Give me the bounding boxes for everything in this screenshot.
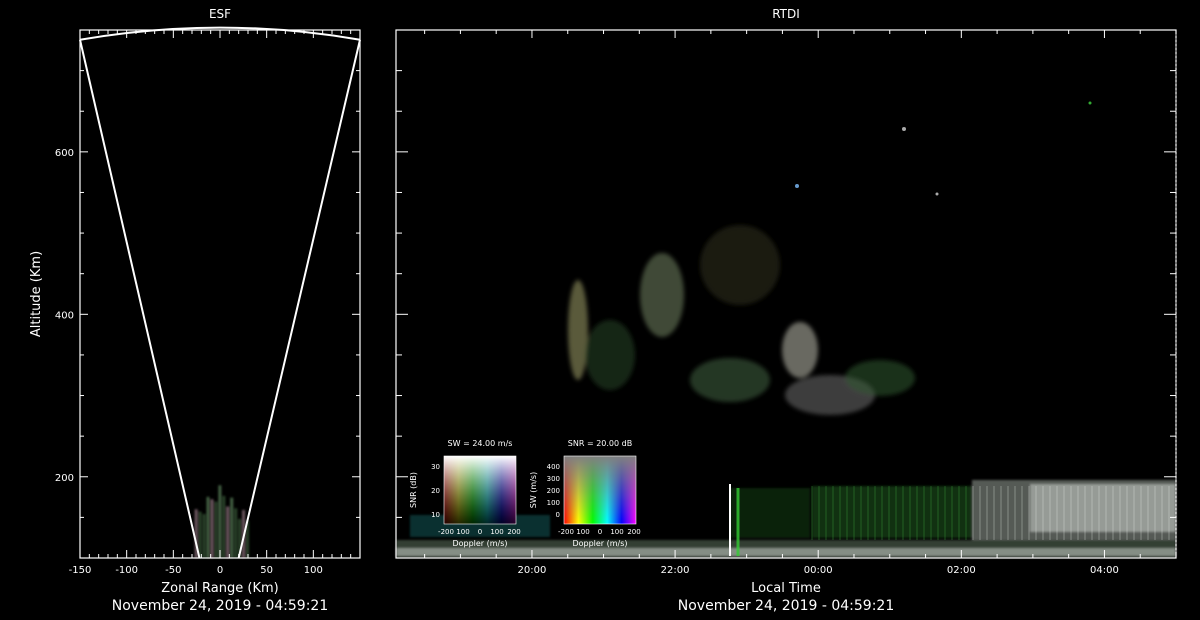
rtdi-night-band-white-2 (1030, 484, 1176, 532)
esf-xlabel: Zonal Range (Km) (161, 581, 278, 596)
rtdi-date-footer: November 24, 2019 - 04:59:21 (677, 598, 895, 614)
esf-echo-column (218, 485, 222, 558)
esf-y-axis: 200 400 600 (55, 29, 360, 559)
esf-beam-right-edge (237, 39, 361, 559)
legend-sw-x-tick-label: 0 (478, 528, 482, 536)
rtdi-speck (795, 184, 799, 188)
rtdi-x-tick-label: 04:00 (1090, 565, 1119, 576)
legend-sw-y-tick-label: 30 (431, 463, 440, 471)
esf-x-tick-label: 0 (217, 565, 223, 576)
legend-snr-x-tick-label: 100 (576, 528, 589, 536)
esf-y-tick-label: 600 (55, 148, 74, 159)
rtdi-x-tick-label: 00:00 (804, 565, 833, 576)
legend-snr-y-tick-label: 0 (556, 511, 560, 519)
esf-echo-column (198, 511, 202, 558)
figure: ESF Altitude (Km) Zonal Range (Km) -150-… (29, 7, 1177, 596)
legend-sw-ylabel: SNR (dB) (409, 472, 418, 508)
legend-snr-xlabel: Doppler (m/s) (572, 539, 627, 548)
legend-snr-y-tick-label: 400 (547, 463, 560, 471)
legend-sw-x-tick-label: 200 (507, 528, 520, 536)
rtdi-title: RTDI (772, 7, 800, 21)
esf-y-tick-label: 200 (55, 473, 74, 484)
rtdi-base-band-bright (396, 548, 1176, 556)
rtdi-x-tick-label: 20:00 (518, 565, 547, 576)
esf-beam-left-edge (79, 39, 201, 559)
esf-x-tick-label: -50 (165, 565, 181, 576)
esf-echo-column (214, 501, 218, 558)
legend-sw-x-tick-label: -200 (438, 528, 454, 536)
esf-x-axis: -150 -100 -50 0 50 100 (69, 30, 361, 576)
legend-snr-title: SNR = 20.00 dB (568, 439, 632, 448)
esf-title: ESF (209, 7, 231, 21)
legend-sw-xlabel: Doppler (m/s) (452, 539, 507, 548)
rtdi-night-band-green (812, 486, 972, 538)
legend-snr-x-tick-label: -200 (558, 528, 574, 536)
esf-echo-column (210, 499, 214, 558)
rtdi-x-tick-label: 02:00 (947, 565, 976, 576)
esf-echo-column (222, 495, 226, 558)
rtdi-plume-g (700, 225, 780, 305)
esf-beam-outline (79, 26, 361, 559)
esf-plot-frame (79, 29, 361, 559)
rtdi-plume-h (585, 320, 635, 390)
legend-snr-ylabel: SW (m/s) (529, 472, 538, 508)
esf-x-tick-label: -150 (69, 565, 92, 576)
esf-ylabel: Altitude (Km) (29, 251, 44, 337)
rtdi-plume-c (690, 358, 770, 402)
rtdi-speck (1088, 101, 1092, 105)
legend-sw-title: SW = 24.00 m/s (448, 439, 513, 448)
rtdi-plume-b (640, 253, 684, 337)
legend-snr-y-tick-label: 200 (547, 487, 560, 495)
esf-x-tick-label: 50 (260, 565, 273, 576)
rtdi-plume-echoes (568, 225, 915, 415)
rtdi-xlabel: Local Time (751, 581, 821, 596)
esf-panel: ESF Altitude (Km) Zonal Range (Km) -150-… (29, 7, 361, 596)
legend-snr-y-tick-label: 300 (547, 475, 560, 483)
rtdi-plume-d (782, 322, 818, 378)
legend-sw-y-tick-label: 10 (431, 511, 440, 519)
legend-sw-y-tick-label: 20 (431, 487, 440, 495)
legend-sw-x-axis: -200 100 0 100 200 (438, 528, 521, 536)
rtdi-panel: RTDI Local Time 20:00 22:00 00:00 02:00 … (395, 7, 1177, 596)
esf-y-tick-label: 400 (55, 310, 74, 321)
legend-sw-y-axis: 30 20 10 (431, 463, 440, 519)
legend-sw-x-tick-label: 100 (490, 528, 503, 536)
rtdi-plume-a (568, 280, 588, 380)
legend-snr-x-tick-label: 200 (627, 528, 640, 536)
legend-snr-x-axis: -200 100 0 100 200 (558, 528, 641, 536)
legend-snr-x-tick-label: 100 (610, 528, 623, 536)
esf-x-tick-label: 100 (304, 565, 323, 576)
esf-echo-column (230, 497, 234, 558)
esf-echo-column (234, 508, 238, 558)
esf-x-tick-label: -100 (115, 565, 138, 576)
esf-echo-column (202, 514, 206, 558)
rtdi-x-tick-label: 22:00 (661, 565, 690, 576)
esf-echo-column (206, 496, 210, 558)
esf-date-footer: November 24, 2019 - 04:59:21 (111, 598, 329, 614)
legend-sw-x-tick-label: 100 (456, 528, 469, 536)
legend-snr-gray (564, 456, 636, 524)
legend-snr-x-tick-label: 0 (598, 528, 602, 536)
legend-sw-dark (444, 456, 516, 524)
legend-snr-y-tick-label: 100 (547, 499, 560, 507)
esf-echo-column (226, 506, 230, 558)
rtdi-plume-f (845, 360, 915, 396)
rtdi-speck (935, 192, 939, 196)
rtdi-early-band (730, 488, 810, 538)
rtdi-speck (902, 127, 906, 131)
legend-snr-y-axis: 400 300 200 100 0 (547, 463, 560, 519)
